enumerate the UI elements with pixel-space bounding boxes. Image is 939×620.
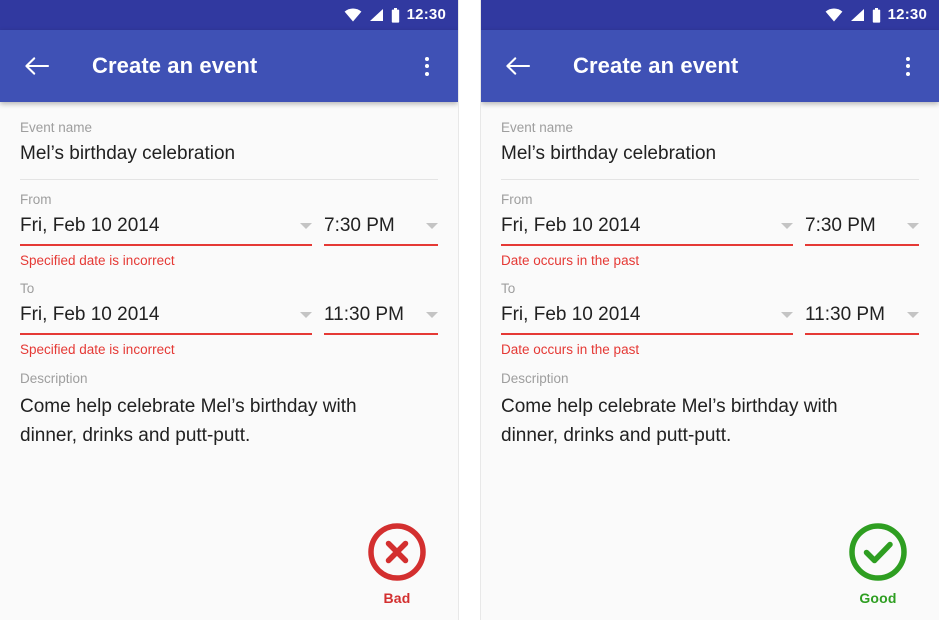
to-label: To [20, 281, 438, 297]
from-label: From [20, 192, 438, 208]
app-bar: Create an event [0, 30, 458, 102]
from-error-message: Date occurs in the past [501, 253, 919, 269]
from-error-message: Specified date is incorrect [20, 253, 438, 269]
to-error-message: Specified date is incorrect [20, 342, 438, 358]
chevron-down-icon [781, 312, 793, 318]
verdict-good: Good [847, 521, 909, 606]
verdict-good-label: Good [859, 590, 896, 606]
status-bar: 12:30 [0, 0, 458, 30]
from-time-field[interactable]: 7:30 PM [805, 213, 919, 246]
to-error-message: Date occurs in the past [501, 342, 919, 358]
status-time: 12:30 [888, 7, 927, 23]
battery-icon [872, 8, 881, 23]
to-label: To [501, 281, 919, 297]
from-time-field[interactable]: 7:30 PM [324, 213, 438, 246]
back-arrow-icon [505, 55, 531, 77]
verdict-bad-label: Bad [383, 590, 410, 606]
description-field[interactable]: Description Come help celebrate Mel’s bi… [20, 371, 438, 451]
to-time-field[interactable]: 11:30 PM [324, 302, 438, 335]
overflow-menu-icon [425, 57, 429, 61]
event-name-label: Event name [20, 120, 438, 136]
from-date-field[interactable]: Fri, Feb 10 2014 [20, 213, 312, 246]
description-label: Description [20, 371, 438, 387]
chevron-down-icon [426, 223, 438, 229]
event-name-field[interactable]: Event name Mel’s birthday celebration [20, 120, 438, 180]
chevron-down-icon [781, 223, 793, 229]
overflow-menu-button[interactable] [412, 49, 442, 83]
to-date-value: Fri, Feb 10 2014 [20, 302, 159, 328]
to-date-field[interactable]: Fri, Feb 10 2014 [501, 302, 793, 335]
to-date-field[interactable]: Fri, Feb 10 2014 [20, 302, 312, 335]
overflow-menu-icon [906, 64, 910, 68]
back-button[interactable] [501, 49, 535, 83]
event-name-field[interactable]: Event name Mel’s birthday celebration [501, 120, 919, 180]
to-field-group: To Fri, Feb 10 2014 11:30 PM [20, 281, 438, 358]
battery-icon [391, 8, 400, 23]
status-time: 12:30 [407, 7, 446, 23]
event-name-value: Mel’s birthday celebration [501, 141, 919, 167]
from-time-value: 7:30 PM [324, 213, 395, 239]
verdict-bad: Bad [366, 521, 428, 606]
comparison-stage: 12:30 Create an event Event name Mel’s b… [0, 0, 939, 620]
overflow-menu-icon [425, 72, 429, 76]
from-date-field[interactable]: Fri, Feb 10 2014 [501, 213, 793, 246]
chevron-down-icon [300, 223, 312, 229]
chevron-down-icon [426, 312, 438, 318]
from-field-group: From Fri, Feb 10 2014 7:30 PM [501, 192, 919, 269]
success-circle-check-icon [847, 521, 909, 583]
chevron-down-icon [300, 312, 312, 318]
status-bar: 12:30 [481, 0, 939, 30]
overflow-menu-icon [906, 72, 910, 76]
page-title: Create an event [92, 53, 257, 79]
good-example-panel: 12:30 Create an event Event name Mel’s b… [480, 0, 939, 620]
to-date-value: Fri, Feb 10 2014 [501, 302, 640, 328]
to-field-group: To Fri, Feb 10 2014 11:30 PM [501, 281, 919, 358]
panel-divider [459, 0, 480, 620]
from-date-value: Fri, Feb 10 2014 [20, 213, 159, 239]
from-field-group: From Fri, Feb 10 2014 7:30 PM [20, 192, 438, 269]
from-date-value: Fri, Feb 10 2014 [501, 213, 640, 239]
event-name-label: Event name [501, 120, 919, 136]
wifi-icon [825, 8, 843, 22]
cell-signal-icon [850, 8, 865, 22]
event-form: Event name Mel’s birthday celebration Fr… [0, 102, 458, 451]
back-button[interactable] [20, 49, 54, 83]
from-label: From [501, 192, 919, 208]
to-time-value: 11:30 PM [324, 302, 404, 328]
description-value: Come help celebrate Mel’s birthday with … [501, 392, 876, 451]
cell-signal-icon [369, 8, 384, 22]
to-time-field[interactable]: 11:30 PM [805, 302, 919, 335]
from-time-value: 7:30 PM [805, 213, 876, 239]
page-title: Create an event [573, 53, 738, 79]
overflow-menu-icon [906, 57, 910, 61]
description-value: Come help celebrate Mel’s birthday with … [20, 392, 395, 451]
app-bar: Create an event [481, 30, 939, 102]
chevron-down-icon [907, 312, 919, 318]
error-circle-x-icon [366, 521, 428, 583]
description-field[interactable]: Description Come help celebrate Mel’s bi… [501, 371, 919, 451]
overflow-menu-icon [425, 64, 429, 68]
back-arrow-icon [24, 55, 50, 77]
to-time-value: 11:30 PM [805, 302, 885, 328]
overflow-menu-button[interactable] [893, 49, 923, 83]
chevron-down-icon [907, 223, 919, 229]
event-form: Event name Mel’s birthday celebration Fr… [481, 102, 939, 451]
wifi-icon [344, 8, 362, 22]
bad-example-panel: 12:30 Create an event Event name Mel’s b… [0, 0, 459, 620]
description-label: Description [501, 371, 919, 387]
event-name-value: Mel’s birthday celebration [20, 141, 438, 167]
